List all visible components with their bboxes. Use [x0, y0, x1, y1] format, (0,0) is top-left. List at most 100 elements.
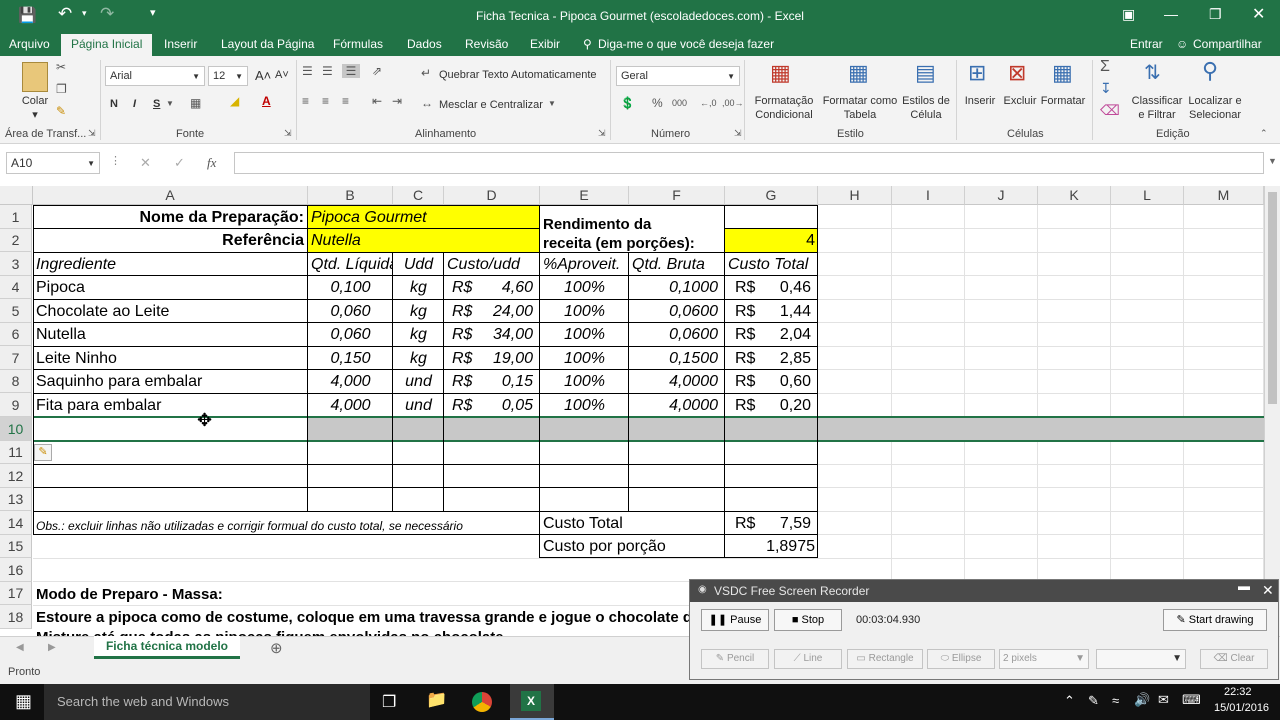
vsdc-clear-button[interactable]: ⌫ Clear	[1200, 649, 1268, 669]
cell-f6[interactable]: 0,0600	[629, 323, 721, 346]
cell-e1[interactable]: Rendimento da	[540, 213, 725, 236]
active-cell-a10[interactable]	[33, 417, 308, 441]
confirm-entry-icon[interactable]: ✓	[174, 155, 185, 171]
expand-formula-icon[interactable]: ▼	[1268, 156, 1277, 166]
vsdc-rectangle-button[interactable]: ▭ Rectangle	[847, 649, 923, 669]
select-all-corner[interactable]	[0, 186, 33, 205]
col-header-m[interactable]: M	[1184, 186, 1264, 205]
name-box[interactable]: A10 ▼	[6, 152, 100, 174]
alignment-launcher-icon[interactable]: ⇲	[598, 128, 606, 139]
format-painter-icon[interactable]: ✎	[56, 104, 66, 118]
sign-in-link[interactable]: Entrar	[1130, 37, 1163, 51]
increase-decimal-icon[interactable]: ←,0	[700, 98, 717, 108]
format-table-line1[interactable]: Formatar como	[820, 94, 900, 108]
tab-exibir[interactable]: Exibir	[530, 37, 560, 51]
decrease-indent-icon[interactable]: ⇤	[372, 94, 382, 108]
vsdc-line-button[interactable]: ⟋ Line	[774, 649, 842, 669]
align-top-icon[interactable]: ☰	[302, 64, 313, 78]
align-right-icon[interactable]: ≡	[342, 94, 349, 108]
font-size-select[interactable]: 12 ▼	[208, 66, 248, 86]
row-header-17[interactable]: 17	[0, 582, 32, 605]
windows-start-icon[interactable]: ▦	[15, 691, 32, 712]
vertical-scrollbar[interactable]	[1264, 186, 1280, 636]
cell-b4[interactable]: 0,100	[308, 276, 393, 299]
conditional-format-line2[interactable]: Condicional	[748, 108, 820, 122]
cell-g5[interactable]: 1,44	[750, 300, 814, 323]
autosum-icon[interactable]: Σ	[1100, 58, 1110, 76]
cell-e9[interactable]: 100%	[540, 394, 629, 417]
cell-d7[interactable]: 19,00	[474, 347, 536, 370]
clock-time[interactable]: 22:32	[1224, 686, 1252, 698]
ribbon-display-icon[interactable]: ▣	[1122, 6, 1135, 23]
minimize-icon[interactable]: —	[1164, 6, 1178, 22]
cell-f9[interactable]: 4,0000	[629, 394, 721, 417]
tab-arquivo[interactable]: Arquivo	[9, 37, 50, 51]
formula-input[interactable]	[234, 152, 1264, 174]
cell-e14[interactable]: Custo Total	[540, 512, 725, 535]
clock-date[interactable]: 15/01/2016	[1214, 702, 1269, 714]
cell-d9[interactable]: 0,05	[474, 394, 536, 417]
file-explorer-icon[interactable]: 📁	[426, 690, 447, 710]
cell-e3[interactable]: %Aproveit.	[540, 253, 629, 276]
sheet-tab-ficha[interactable]: Ficha técnica modelo	[94, 636, 240, 659]
cell-e4[interactable]: 100%	[540, 276, 629, 299]
cell-d5[interactable]: 24,00	[474, 300, 536, 323]
row-header-14[interactable]: 14	[0, 511, 32, 535]
vsdc-pixels-select[interactable]: 2 pixels ▼	[999, 649, 1089, 669]
row-header-1[interactable]: 1	[0, 205, 32, 229]
cell-c4[interactable]: kg	[393, 276, 444, 299]
row-header-4[interactable]: 4	[0, 276, 32, 299]
fill-icon[interactable]: ↧	[1100, 80, 1112, 97]
cell-e5[interactable]: 100%	[540, 300, 629, 323]
cell-f3[interactable]: Qtd. Bruta	[629, 253, 725, 276]
orientation-icon[interactable]: ⇗	[372, 64, 382, 78]
cell-g8[interactable]: 0,60	[750, 370, 814, 393]
number-format-select[interactable]: Geral ▼	[616, 66, 740, 86]
cell-e8[interactable]: 100%	[540, 370, 629, 393]
cell-c7[interactable]: kg	[393, 347, 444, 370]
bold-button[interactable]: N	[110, 98, 118, 110]
row-header-7[interactable]: 7	[0, 346, 32, 370]
delete-cells-button[interactable]: Excluir	[1000, 94, 1040, 108]
tab-revisao[interactable]: Revisão	[465, 37, 508, 51]
tab-layout[interactable]: Layout da Página	[221, 37, 314, 51]
format-table-line2[interactable]: Tabela	[820, 108, 900, 122]
tab-inserir[interactable]: Inserir	[164, 37, 197, 51]
cell-styles-line2[interactable]: Célula	[900, 108, 952, 122]
cell-a14-obs[interactable]: Obs.: excluir linhas não utilizadas e co…	[33, 515, 540, 538]
scroll-right-icon[interactable]: ▶	[48, 642, 56, 653]
scrollbar-thumb[interactable]	[1268, 192, 1277, 404]
clear-icon[interactable]: ⌫	[1100, 102, 1120, 119]
col-header-i[interactable]: I	[892, 186, 965, 205]
cell-b9[interactable]: 4,000	[308, 394, 393, 417]
col-header-l[interactable]: L	[1111, 186, 1184, 205]
cell-c3[interactable]: Udd	[393, 253, 444, 276]
align-middle-icon[interactable]: ☰	[322, 64, 333, 78]
cell-d6[interactable]: 34,00	[474, 323, 536, 346]
fill-color-icon[interactable]: ◢	[230, 94, 239, 108]
tab-pagina-inicial[interactable]: Página Inicial	[61, 34, 153, 56]
cell-b3[interactable]: Qtd. Líquida	[308, 253, 393, 276]
vsdc-pencil-button[interactable]: ✎ Pencil	[701, 649, 769, 669]
cell-a8[interactable]: Saquinho para embalar	[33, 370, 308, 393]
copy-icon[interactable]: ❐	[56, 82, 67, 96]
vsdc-pause-button[interactable]: ❚❚ Pause	[701, 609, 769, 631]
cell-styles-line1[interactable]: Estilos de	[900, 94, 952, 108]
vsdc-ellipse-button[interactable]: ⬭ Ellipse	[927, 649, 995, 669]
cell-g4[interactable]: 0,46	[750, 276, 814, 299]
cell-a3[interactable]: Ingrediente	[33, 253, 308, 276]
task-view-icon[interactable]: ❐	[382, 692, 396, 712]
italic-button[interactable]: I	[133, 98, 136, 110]
cell-d8[interactable]: 0,15	[474, 370, 536, 393]
cell-b1[interactable]: Pipoca Gourmet	[308, 206, 540, 229]
search-box[interactable]: Search the web and Windows	[44, 684, 370, 720]
col-header-b[interactable]: B	[308, 186, 393, 205]
cell-a4[interactable]: Pipoca	[33, 276, 308, 299]
row-header-3[interactable]: 3	[0, 252, 32, 276]
align-center-icon[interactable]: ≡	[322, 94, 329, 108]
cell-e2[interactable]: receita (em porções):	[540, 234, 725, 254]
cell-a6[interactable]: Nutella	[33, 323, 308, 346]
row-header-15[interactable]: 15	[0, 535, 32, 558]
tab-dados[interactable]: Dados	[407, 37, 442, 51]
cell-f7[interactable]: 0,1500	[629, 347, 721, 370]
